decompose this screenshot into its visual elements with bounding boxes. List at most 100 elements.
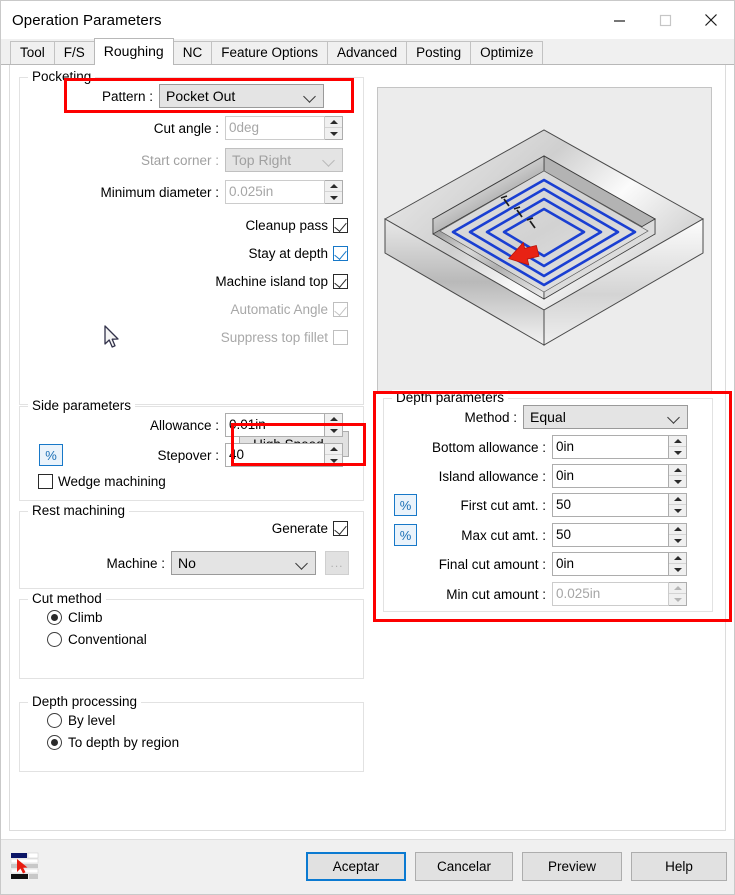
final-cut-stepper-up[interactable]	[669, 553, 686, 564]
method-select[interactable]: Equal	[523, 405, 688, 429]
accept-button[interactable]: Aceptar	[306, 852, 406, 881]
island-allowance-stepper[interactable]	[669, 464, 687, 488]
wedge-machining-checkbox[interactable]	[38, 474, 53, 489]
maximize-icon[interactable]	[642, 1, 688, 39]
checkbox-wedge-machining[interactable]: Wedge machining	[38, 474, 166, 489]
max-cut-input[interactable]: 50	[552, 523, 669, 547]
tab-nc[interactable]: NC	[172, 41, 213, 64]
minimize-icon[interactable]	[596, 1, 642, 39]
minimum-diameter-input[interactable]: 0.025in	[225, 180, 325, 204]
first-cut-stepper-up[interactable]	[669, 494, 686, 505]
radio-conventional[interactable]: Conventional	[47, 632, 147, 647]
row-method: Method : Equal	[459, 405, 688, 429]
dialog-footer: Aceptar Cancelar Preview Help	[1, 839, 734, 894]
help-button[interactable]: Help	[631, 852, 727, 881]
tab-tool[interactable]: Tool	[10, 41, 55, 64]
machine-island-top-checkbox[interactable]	[333, 274, 348, 289]
conventional-radio[interactable]	[47, 632, 62, 647]
bottom-allowance-input[interactable]: 0in	[552, 435, 669, 459]
tab-feature-options[interactable]: Feature Options	[211, 41, 329, 64]
start-corner-select[interactable]: Top Right	[225, 148, 343, 172]
tab-roughing[interactable]: Roughing	[93, 38, 174, 65]
stepover-percent-toggle[interactable]: %	[39, 444, 63, 466]
minimum-diameter-stepper[interactable]	[325, 180, 343, 204]
island-allowance-stepper-up[interactable]	[669, 465, 686, 476]
cut-angle-input[interactable]: 0deg	[225, 116, 325, 140]
group-depth-processing-title: Depth processing	[28, 694, 142, 709]
by-level-label: By level	[68, 713, 116, 728]
method-label: Method :	[464, 409, 517, 425]
max-cut-stepper-up[interactable]	[669, 524, 686, 535]
radio-climb[interactable]: Climb	[47, 610, 103, 625]
by-level-radio[interactable]	[47, 713, 62, 728]
radio-by-level[interactable]: By level	[47, 713, 115, 728]
max-cut-percent-toggle[interactable]: %	[394, 524, 417, 546]
stepover-stepper[interactable]	[325, 443, 343, 467]
cleanup-pass-checkbox[interactable]	[333, 218, 348, 233]
max-cut-stepper[interactable]	[669, 523, 687, 547]
first-cut-input[interactable]: 50	[552, 493, 669, 517]
first-cut-stepper[interactable]	[669, 493, 687, 517]
title-bar: Operation Parameters	[1, 1, 734, 39]
final-cut-stepper[interactable]	[669, 552, 687, 576]
minimum-diameter-stepper-up[interactable]	[325, 181, 342, 192]
checkbox-generate[interactable]: Generate	[272, 521, 348, 536]
tab-fs[interactable]: F/S	[53, 41, 95, 64]
cut-angle-stepper[interactable]	[325, 116, 343, 140]
cut-angle-stepper-up[interactable]	[325, 117, 342, 128]
chevron-down-icon	[304, 90, 317, 103]
to-depth-by-region-radio[interactable]	[47, 735, 62, 750]
machine-browse-button[interactable]: ...	[325, 551, 349, 575]
chevron-down-icon	[323, 154, 336, 167]
stepover-label: Stepover :	[157, 447, 219, 463]
tab-optimize[interactable]: Optimize	[470, 41, 544, 64]
min-cut-input[interactable]: 0.025in	[552, 582, 669, 606]
cut-angle-stepper-down[interactable]	[325, 128, 342, 139]
preview-button[interactable]: Preview	[522, 852, 622, 881]
group-rest-machining-title: Rest machining	[28, 503, 130, 518]
machine-label: Machine :	[106, 555, 165, 571]
allowance-stepper[interactable]	[325, 413, 343, 437]
min-cut-label: Min cut amount :	[446, 586, 546, 602]
machine-value: No	[178, 555, 196, 571]
cancel-button[interactable]: Cancelar	[415, 852, 513, 881]
stepover-input[interactable]: 40	[225, 443, 325, 467]
final-cut-input[interactable]: 0in	[552, 552, 669, 576]
tab-posting[interactable]: Posting	[406, 41, 472, 64]
stay-at-depth-checkbox[interactable]	[333, 246, 348, 261]
start-corner-value: Top Right	[232, 152, 292, 168]
tab-panel-roughing: Pocketing Pattern : Pocket Out Cut angle…	[1, 65, 734, 839]
generate-checkbox[interactable]	[333, 521, 348, 536]
checkbox-machine-island-top[interactable]: Machine island top	[215, 274, 348, 289]
allowance-label: Allowance :	[149, 417, 219, 433]
allowance-stepper-up[interactable]	[325, 414, 342, 425]
first-cut-percent-toggle[interactable]: %	[394, 494, 417, 516]
island-allowance-input[interactable]: 0in	[552, 464, 669, 488]
checkbox-automatic-angle: Automatic Angle	[230, 302, 348, 317]
stepover-stepper-down[interactable]	[325, 455, 342, 466]
final-cut-stepper-down[interactable]	[669, 564, 686, 575]
bottom-allowance-stepper[interactable]	[669, 435, 687, 459]
allowance-stepper-down[interactable]	[325, 425, 342, 436]
bottom-allowance-label: Bottom allowance :	[431, 439, 546, 455]
minimum-diameter-stepper-down[interactable]	[325, 192, 342, 203]
pattern-label: Pattern :	[101, 88, 153, 104]
pattern-select[interactable]: Pocket Out	[159, 84, 324, 108]
bottom-allowance-stepper-up[interactable]	[669, 436, 686, 447]
first-cut-stepper-down[interactable]	[669, 505, 686, 516]
island-allowance-stepper-down[interactable]	[669, 476, 686, 487]
first-cut-label: First cut amt. :	[460, 497, 546, 513]
tab-advanced[interactable]: Advanced	[327, 41, 408, 64]
checkbox-cleanup-pass[interactable]: Cleanup pass	[245, 218, 348, 233]
stepover-stepper-up[interactable]	[325, 444, 342, 455]
cleanup-pass-label: Cleanup pass	[245, 218, 328, 233]
checkbox-stay-at-depth[interactable]: Stay at depth	[248, 246, 348, 261]
radio-to-depth-by-region[interactable]: To depth by region	[47, 735, 179, 750]
climb-radio[interactable]	[47, 610, 62, 625]
machine-select[interactable]: No	[171, 551, 316, 575]
close-icon[interactable]	[688, 1, 734, 39]
bottom-allowance-stepper-down[interactable]	[669, 447, 686, 458]
max-cut-stepper-down[interactable]	[669, 535, 686, 546]
allowance-input[interactable]: 0.01in	[225, 413, 325, 437]
operation-parameters-dialog: Operation Parameters Tool F/S Roughing N…	[0, 0, 735, 895]
